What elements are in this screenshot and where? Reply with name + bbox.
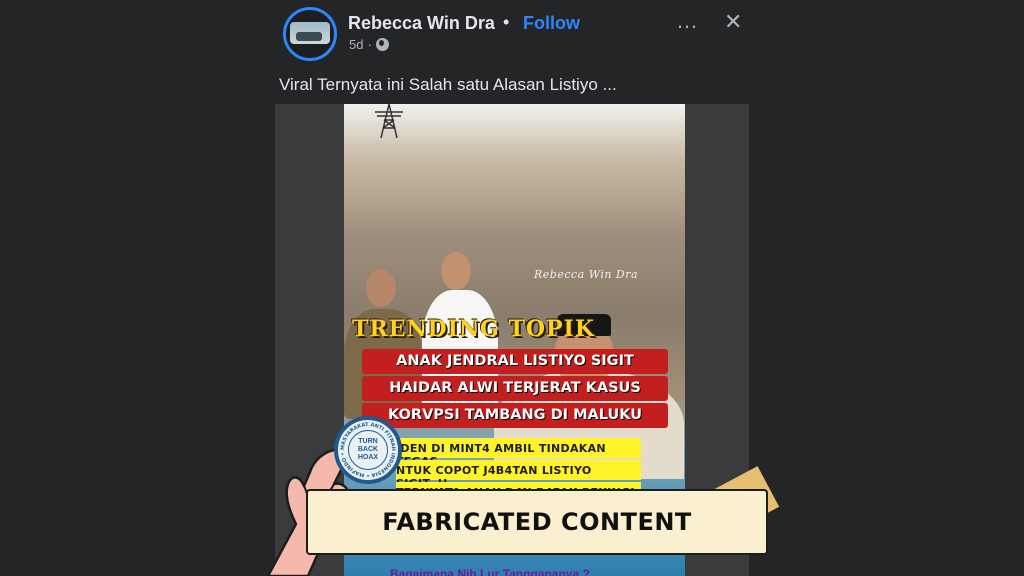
author-avatar[interactable]: [283, 7, 337, 61]
post-meta: 5d ·: [349, 37, 389, 52]
author-name[interactable]: Rebecca Win Dra: [348, 13, 495, 34]
avatar-car-icon: [296, 32, 322, 41]
meta-dot: ·: [367, 37, 372, 52]
more-options-icon[interactable]: …: [676, 8, 699, 34]
stamp-line-3: HOAX: [357, 454, 379, 461]
person-left-head: [366, 269, 396, 307]
stamp-center: TURN BACK HOAX: [348, 430, 388, 470]
fabricated-content-label: FABRICATED CONTENT: [306, 489, 768, 555]
trending-title: TRENDING TOPIK: [352, 316, 595, 342]
post-caption[interactable]: Viral Ternyata ini Salah satu Alasan Lis…: [279, 75, 617, 95]
person-middle-head: [441, 252, 471, 290]
separator-dot: •: [503, 12, 510, 32]
label-text: FABRICATED CONTENT: [382, 508, 692, 536]
headline-3: KORVPSI TAMBANG DI MALUKU: [388, 407, 642, 423]
close-icon[interactable]: ✕: [724, 9, 742, 35]
headline-1: ANAK JENDRAL LISTIYO SIGIT: [396, 353, 634, 369]
image-watermark: Rebecca Win Dra: [534, 268, 639, 281]
follow-button[interactable]: Follow: [523, 13, 580, 34]
post-age[interactable]: 5d: [349, 37, 363, 52]
headline-2: HAIDAR ALWI TERJERAT KASUS: [389, 380, 641, 396]
facebook-post: Rebecca Win Dra • Follow 5d · … ✕ Viral …: [0, 0, 1024, 576]
stamp-line-2: BACK: [357, 446, 379, 453]
globe-icon: [375, 38, 389, 51]
turn-back-hoax-stamp: MASYARAKAT ANTI FITNAH INDONESIA • MAFIN…: [334, 416, 402, 484]
power-tower-icon: [375, 104, 403, 138]
image-bottom-text: Bagaimana Nih Lur Tanggapanya ?: [390, 567, 590, 576]
stamp-line-1: TURN: [358, 438, 378, 445]
